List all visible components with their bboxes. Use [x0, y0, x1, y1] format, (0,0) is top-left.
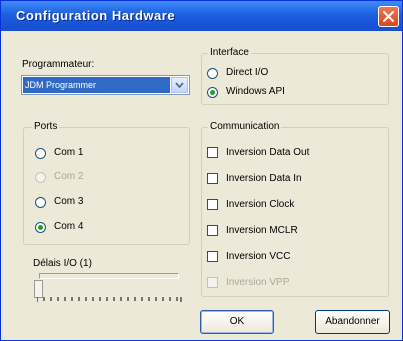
port-com4-radio[interactable]	[35, 222, 46, 233]
interface-direct-io-radio[interactable]	[207, 68, 218, 79]
inversion-vcc-label: Inversion VCC	[226, 251, 291, 262]
port-com3-label: Com 3	[54, 196, 84, 207]
port-com2-label: Com 2	[54, 171, 84, 182]
inversion-clock-label: Inversion Clock	[226, 199, 295, 210]
port-com4-label: Com 4	[54, 221, 84, 232]
inversion-mclr-label: Inversion MCLR	[226, 225, 298, 236]
programmer-select[interactable]: JDM Programmer	[21, 75, 190, 95]
window-title: Configuration Hardware	[16, 8, 176, 23]
inversion-data-in-label: Inversion Data In	[226, 173, 302, 184]
ok-button[interactable]: OK	[200, 310, 274, 334]
programmer-label: Programmateur:	[22, 59, 95, 70]
delay-label: Délais I/O (1)	[33, 258, 92, 269]
inversion-vcc-checkbox[interactable]	[207, 251, 218, 262]
port-com2-radio	[35, 172, 46, 183]
inversion-mclr-checkbox[interactable]	[207, 225, 218, 236]
communication-group-title: Communication	[208, 121, 282, 132]
inversion-data-out-label: Inversion Data Out	[226, 147, 310, 158]
port-com1-label: Com 1	[54, 147, 84, 158]
radio-selected-dot	[38, 225, 43, 230]
inversion-data-in-checkbox[interactable]	[207, 173, 218, 184]
delay-slider-track[interactable]	[39, 273, 179, 279]
inversion-data-out-checkbox[interactable]	[207, 147, 218, 158]
inversion-clock-checkbox[interactable]	[207, 199, 218, 210]
inversion-vpp-checkbox	[207, 277, 218, 288]
interface-group: Interface	[201, 47, 389, 105]
dropdown-button[interactable]	[171, 77, 188, 93]
interface-group-title: Interface	[208, 47, 251, 58]
radio-selected-dot	[210, 90, 215, 95]
close-icon	[383, 11, 394, 22]
ports-group-title: Ports	[32, 121, 60, 132]
interface-direct-io-label: Direct I/O	[226, 67, 269, 78]
cancel-button[interactable]: Abandonner	[315, 310, 390, 334]
port-com1-radio[interactable]	[35, 148, 46, 159]
inversion-vpp-label: Inversion VPP	[226, 277, 290, 288]
configuration-window: Configuration Hardware Programmateur: JD…	[0, 0, 403, 341]
slider-ticks	[37, 297, 182, 302]
title-bar[interactable]: Configuration Hardware	[1, 1, 402, 31]
port-com3-radio[interactable]	[35, 197, 46, 208]
close-button[interactable]	[378, 6, 399, 27]
interface-windows-api-radio[interactable]	[207, 87, 218, 98]
ports-group: Ports	[23, 121, 190, 245]
programmer-selected-value: JDM Programmer	[23, 77, 170, 93]
delay-slider-thumb[interactable]	[34, 280, 43, 298]
interface-windows-api-label: Windows API	[226, 86, 285, 97]
chevron-down-icon	[175, 82, 184, 88]
